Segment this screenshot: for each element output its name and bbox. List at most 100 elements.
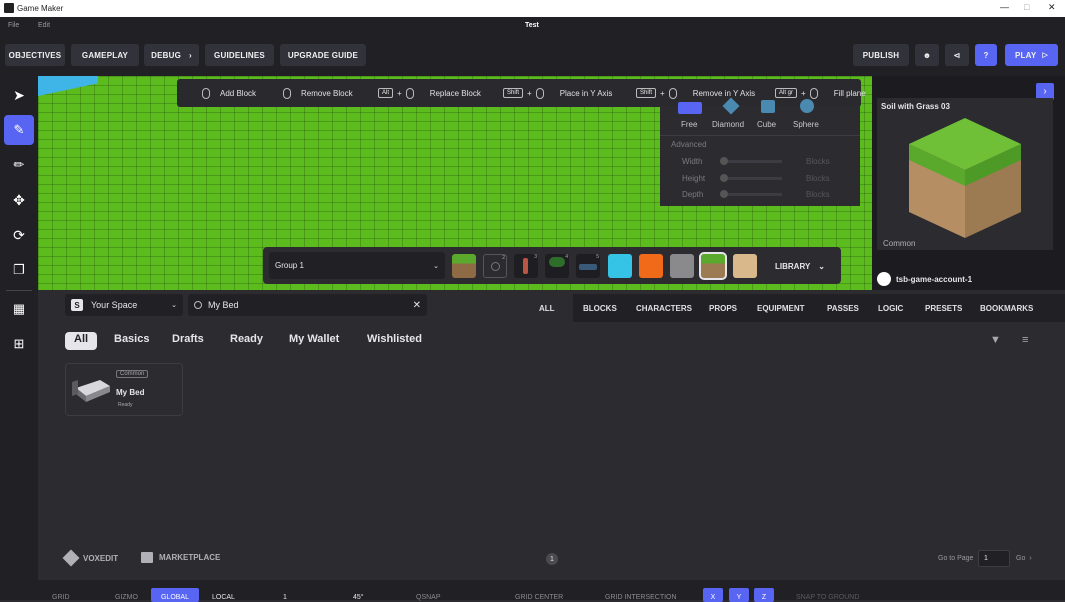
card-rarity-badge: Common xyxy=(116,370,149,378)
rotate-tool-icon[interactable]: ⟳ xyxy=(4,220,34,250)
shortcut-hint-bar: Add Block Remove Block Alt + Replace Block… xyxy=(177,79,866,107)
palette-slot-ice[interactable] xyxy=(608,254,632,278)
filter-my-wallet[interactable]: My Wallet xyxy=(289,333,339,345)
account-row[interactable]: tsb-game-account-1 xyxy=(877,271,972,287)
tab-passes[interactable]: PASSES xyxy=(827,294,859,322)
tab-characters[interactable]: CHARACTERS xyxy=(636,294,692,322)
chevron-right-icon: › xyxy=(189,50,192,60)
guidelines-button[interactable]: GUIDELINES xyxy=(205,44,274,66)
gameplay-button[interactable]: GAMEPLAY xyxy=(71,44,139,66)
width-slider[interactable] xyxy=(720,157,782,165)
plus-icon: + xyxy=(397,88,402,98)
debug-label: DEBUG xyxy=(151,50,181,60)
space-select[interactable]: S Your Space ⌄ xyxy=(65,294,183,316)
debug-button[interactable]: DEBUG › xyxy=(144,44,199,66)
share-icon[interactable]: ⊲ xyxy=(945,44,969,66)
hint-place-y: Shift + Place in Y Axis xyxy=(503,79,612,107)
width-unit: Blocks xyxy=(806,157,830,166)
brush-shape-panel: Free Diamond Cube Sphere Advanced Width … xyxy=(660,97,860,206)
group-select[interactable]: Group 1 ⌄ xyxy=(269,252,445,279)
go-label: Go xyxy=(1016,555,1026,562)
sphere-shape-icon[interactable] xyxy=(800,99,814,113)
tab-presets[interactable]: PRESETS xyxy=(925,294,962,322)
menu-file[interactable]: File xyxy=(8,22,19,29)
palette-slot-plant[interactable]: 4 xyxy=(545,254,569,278)
hint-replace-label: Replace Block xyxy=(429,88,481,98)
help-icon[interactable]: ? xyxy=(975,44,997,66)
status-bar: GRID GIZMO GLOBAL LOCAL 1 45° QSNAP GRID… xyxy=(0,580,1065,602)
asset-card[interactable]: Common My Bed Ready xyxy=(65,363,183,416)
menu-edit[interactable]: Edit xyxy=(38,22,50,29)
tab-all[interactable]: ALL xyxy=(539,294,555,322)
filter-icon[interactable]: ▼ xyxy=(990,334,1001,346)
tab-props[interactable]: PROPS xyxy=(709,294,737,322)
user-icon[interactable]: ☻ xyxy=(915,44,939,66)
upgrade-guide-button[interactable]: UPGRADE GUIDE xyxy=(280,44,366,66)
maximize-button[interactable]: □ xyxy=(1024,2,1029,12)
filter-basics[interactable]: Basics xyxy=(114,333,149,345)
tab-blocks[interactable]: BLOCKS xyxy=(583,294,617,322)
palette-slot-sand[interactable] xyxy=(733,254,757,278)
height-slider[interactable] xyxy=(720,174,782,182)
palette-slot-empty[interactable]: 2 xyxy=(483,254,507,278)
hint-fill-plane: Alt gr + Fill plane xyxy=(775,79,866,107)
mouse-icon xyxy=(809,87,818,99)
filter-wishlisted[interactable]: Wishlisted xyxy=(367,333,422,345)
mouse-left-icon xyxy=(202,87,210,99)
sort-icon[interactable]: ≡ xyxy=(1022,334,1028,346)
menu-bar: File Edit Test xyxy=(0,17,1065,34)
palette-slot-character[interactable]: 3 xyxy=(514,254,538,278)
shape-label-free: Free xyxy=(681,120,698,129)
search-input[interactable]: My Bed ✕ xyxy=(188,294,427,316)
palette-slot-stone[interactable] xyxy=(670,254,694,278)
library-button[interactable]: LIBRARY ⌄ xyxy=(766,254,834,278)
add-layer-tool-icon[interactable]: ⊞ xyxy=(4,329,34,359)
move-tool-icon[interactable]: ✥ xyxy=(4,185,34,215)
marketplace-link[interactable]: MARKETPLACE xyxy=(141,552,220,563)
close-button[interactable]: ✕ xyxy=(1048,2,1056,13)
altgr-key: Alt gr xyxy=(775,88,798,98)
play-button[interactable]: PLAY ▷ xyxy=(1005,44,1058,66)
marketplace-label: MARKETPLACE xyxy=(159,553,221,562)
search-query: My Bed xyxy=(208,300,239,310)
hint-remove-label: Remove Block xyxy=(301,88,353,98)
layout-tool-icon[interactable]: ▦ xyxy=(4,294,34,324)
clear-search-icon[interactable]: ✕ xyxy=(413,300,421,311)
palette-slot-grass[interactable] xyxy=(452,254,476,278)
tab-bookmarks[interactable]: BOOKMARKS xyxy=(980,294,1033,322)
chevron-down-icon: ⌄ xyxy=(171,302,177,309)
voxedit-icon xyxy=(62,549,80,567)
filter-ready[interactable]: Ready xyxy=(230,333,263,345)
minimize-button[interactable]: — xyxy=(1000,2,1009,12)
depth-slider[interactable] xyxy=(720,190,782,198)
go-button[interactable]: Go › xyxy=(1016,555,1032,562)
filter-drafts[interactable]: Drafts xyxy=(172,333,204,345)
account-name: tsb-game-account-1 xyxy=(896,274,973,284)
cube-shape-icon[interactable] xyxy=(761,100,775,113)
depth-label: Depth xyxy=(682,190,704,199)
bed-thumbnail-icon xyxy=(72,380,110,402)
tab-logic[interactable]: LOGIC xyxy=(878,294,903,322)
palette-slot-lava[interactable] xyxy=(639,254,663,278)
filter-all[interactable]: All xyxy=(74,333,88,345)
palette-slot-vehicle[interactable]: 5 xyxy=(576,254,600,278)
alt-key: Alt xyxy=(378,88,394,98)
publish-button[interactable]: PUBLISH xyxy=(853,44,909,66)
palette-slot-grass-selected[interactable] xyxy=(699,252,727,280)
voxedit-link[interactable]: VOXEDIT xyxy=(62,549,118,567)
plant-icon xyxy=(549,257,565,267)
tab-equipment[interactable]: EQUIPMENT xyxy=(757,294,805,322)
slot-count: 2 xyxy=(502,255,505,261)
eyedropper-tool-icon[interactable]: ✏ xyxy=(4,150,34,180)
slot-count: 4 xyxy=(565,254,568,260)
copy-tool-icon[interactable]: ❐ xyxy=(4,255,34,285)
space-select-value: Your Space xyxy=(91,300,138,310)
hint-remove-y-label: Remove in Y Axis xyxy=(692,88,756,98)
select-tool-icon[interactable]: ➤ xyxy=(4,80,34,110)
objectives-button[interactable]: OBJECTIVES xyxy=(5,44,65,66)
shape-free[interactable] xyxy=(678,102,702,114)
shape-label-sphere: Sphere xyxy=(793,120,819,129)
page-indicator[interactable]: 1 xyxy=(546,553,558,565)
brush-tool-icon[interactable]: ✎ xyxy=(4,115,34,145)
goto-page-input[interactable]: 1 xyxy=(978,550,1010,567)
